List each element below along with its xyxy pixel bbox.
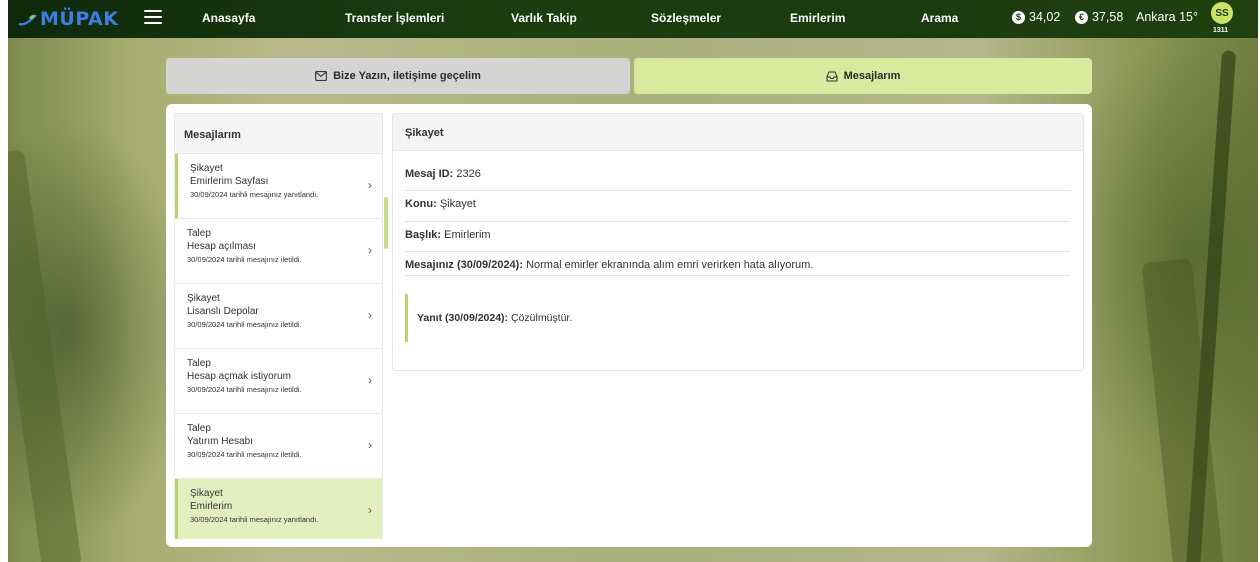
message-type: Talep: [187, 358, 211, 369]
user-code: 1311: [1213, 27, 1229, 34]
subject-value: Şikayet: [439, 198, 476, 210]
nav-sozlesmeler[interactable]: Sözleşmeler: [651, 11, 721, 25]
message-type: Şikayet: [187, 293, 220, 304]
divider: [405, 190, 1070, 191]
usd-rate-value: 34,02: [1029, 10, 1061, 24]
heading-label: Başlık:: [405, 229, 442, 241]
message-type: Şikayet: [190, 163, 223, 174]
background-stalk: [8, 149, 83, 562]
list-item[interactable]: Talep Hesap açılması 30/09/2024 tarihli …: [175, 219, 382, 284]
message-type: Talep: [187, 423, 211, 434]
message-list-header: Mesajlarım: [174, 113, 383, 154]
reply-value: Çözülmüştür.: [510, 312, 573, 324]
message-detail: Şikayet Mesaj ID: 2326 Konu: Şikayet Baş…: [392, 113, 1084, 371]
chevron-right-icon: ›: [368, 503, 372, 517]
detail-title: Şikayet: [393, 114, 1083, 151]
tab-contact[interactable]: Bize Yazın, iletişime geçelim: [166, 58, 630, 94]
euro-icon: €: [1075, 10, 1088, 24]
eur-rate-value: 37,58: [1092, 10, 1124, 24]
message-list[interactable]: Şikayet Emirlerim Sayfası 30/09/2024 tar…: [174, 154, 383, 539]
list-scrollbar[interactable]: [384, 197, 388, 249]
subject-row: Konu: Şikayet: [405, 198, 1070, 210]
messages-panel: Mesajlarım Şikayet Emirlerim Sayfası 30/…: [166, 104, 1092, 547]
message-title: Emirlerim: [190, 501, 233, 512]
dollar-icon: $: [1012, 10, 1025, 24]
weather-label: Ankara 15°: [1136, 10, 1198, 24]
list-item[interactable]: Şikayet Lisanslı Depolar 30/09/2024 tari…: [175, 284, 382, 349]
message-title: Hesap açılması: [187, 241, 256, 252]
list-item[interactable]: Şikayet Emirlerim Sayfası 30/09/2024 tar…: [175, 154, 382, 219]
usd-rate: $ 34,02: [1012, 10, 1060, 24]
subject-label: Konu:: [405, 198, 437, 210]
chevron-right-icon: ›: [368, 373, 372, 387]
envelope-icon: [315, 71, 328, 81]
list-item[interactable]: Talep Yatırım Hesabı 30/09/2024 tarihli …: [175, 414, 382, 479]
message-row: Mesajınız (30/09/2024): Normal emirler e…: [405, 259, 1070, 271]
reply-label: Yanıt (30/09/2024):: [417, 312, 509, 324]
heading-row: Başlık: Emirlerim: [405, 229, 1070, 241]
divider: [405, 251, 1070, 252]
message-status: 30/09/2024 tarihli mesajınız yanıtlandı.: [190, 190, 319, 199]
nav-arama[interactable]: Arama: [921, 11, 958, 25]
message-id-value: 2326: [456, 168, 481, 180]
message-id-label: Mesaj ID:: [405, 168, 454, 180]
chevron-right-icon: ›: [368, 308, 372, 322]
logo-mark-icon: [18, 14, 37, 26]
message-id-row: Mesaj ID: 2326: [405, 168, 1070, 180]
menu-icon[interactable]: [144, 10, 162, 25]
top-navigation-bar: MÜPAK Anasayfa Transfer İşlemleri Varlık…: [8, 0, 1258, 38]
nav-emirlerim[interactable]: Emirlerim: [790, 11, 845, 25]
divider: [405, 221, 1070, 222]
reply-block: Yanıt (30/09/2024): Çözülmüştür.: [405, 294, 705, 342]
heading-value: Emirlerim: [444, 229, 491, 241]
logo[interactable]: MÜPAK: [18, 8, 118, 30]
message-title: Lisanslı Depolar: [187, 306, 259, 317]
tab-messages[interactable]: Mesajlarım: [634, 58, 1092, 94]
message-status: 30/09/2024 tarihli mesajınız iletildi.: [187, 385, 302, 394]
chevron-right-icon: ›: [368, 243, 372, 257]
logo-text: MÜPAK: [40, 8, 119, 30]
message-label: Mesajınız (30/09/2024):: [405, 259, 524, 271]
message-status: 30/09/2024 tarihli mesajınız yanıtlandı.: [190, 515, 319, 524]
message-status: 30/09/2024 tarihli mesajınız iletildi.: [187, 320, 302, 329]
avatar[interactable]: SS: [1211, 2, 1233, 24]
message-title: Yatırım Hesabı: [187, 436, 253, 447]
page-frame: MÜPAK Anasayfa Transfer İşlemleri Varlık…: [8, 0, 1258, 562]
message-title: Hesap açmak istiyorum: [187, 371, 291, 382]
list-item[interactable]: Talep Hesap açmak istiyorum 30/09/2024 t…: [175, 349, 382, 414]
tab-messages-label: Mesajlarım: [843, 70, 901, 82]
divider: [405, 275, 1070, 276]
chevron-right-icon: ›: [368, 178, 372, 192]
eur-rate: € 37,58: [1075, 10, 1123, 24]
message-status: 30/09/2024 tarihli mesajınız iletildi.: [187, 255, 302, 264]
message-value: Normal emirler ekranında alım emri verir…: [526, 259, 814, 271]
message-title: Emirlerim Sayfası: [190, 176, 269, 187]
list-item-selected[interactable]: Şikayet Emirlerim 30/09/2024 tarihli mes…: [175, 479, 382, 539]
nav-transfer-islemleri[interactable]: Transfer İşlemleri: [345, 11, 444, 25]
chevron-right-icon: ›: [368, 438, 372, 452]
tab-contact-label: Bize Yazın, iletişime geçelim: [333, 70, 481, 82]
message-type: Talep: [187, 228, 211, 239]
nav-varlik-takip[interactable]: Varlık Takip: [511, 11, 577, 25]
inbox-icon: [826, 70, 838, 82]
message-type: Şikayet: [190, 488, 223, 499]
nav-anasayfa[interactable]: Anasayfa: [202, 11, 255, 25]
message-status: 30/09/2024 tarihli mesajınız iletildi.: [187, 450, 302, 459]
